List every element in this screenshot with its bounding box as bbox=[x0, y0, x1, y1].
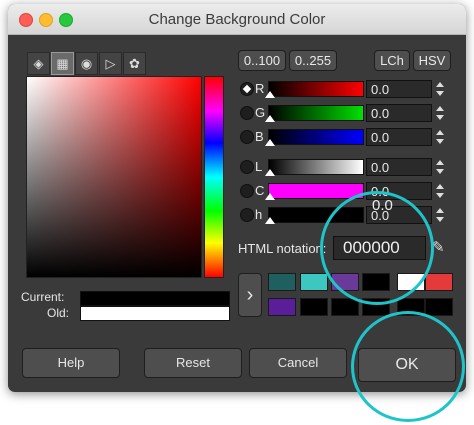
old-color-swatch bbox=[80, 306, 230, 321]
channel-slider[interactable] bbox=[265, 105, 364, 122]
zoomed-value-label: 0.0 bbox=[372, 197, 393, 214]
hue-strip[interactable] bbox=[204, 76, 224, 278]
spinner-arrows[interactable] bbox=[433, 182, 447, 200]
chevron-down-icon[interactable] bbox=[436, 217, 444, 222]
channel-value-input[interactable]: 0.0 bbox=[366, 104, 432, 122]
chevron-up-icon[interactable] bbox=[436, 82, 444, 87]
channel-label: h bbox=[255, 207, 263, 222]
history-swatch[interactable] bbox=[300, 273, 328, 291]
history-swatch[interactable] bbox=[397, 298, 425, 316]
spinner-arrows[interactable] bbox=[433, 158, 447, 176]
channel-slider[interactable] bbox=[265, 129, 364, 146]
channel-radio[interactable] bbox=[240, 184, 254, 198]
chevron-down-icon[interactable] bbox=[436, 115, 444, 120]
slider-thumb[interactable] bbox=[265, 139, 275, 146]
channel-slider[interactable] bbox=[265, 159, 364, 176]
chevron-up-icon[interactable] bbox=[436, 106, 444, 111]
history-swatch[interactable] bbox=[397, 273, 425, 291]
old-label: Old: bbox=[47, 306, 70, 320]
history-swatch[interactable] bbox=[268, 298, 296, 316]
history-swatch[interactable] bbox=[331, 298, 359, 316]
html-notation-label: HTML notation: bbox=[238, 241, 327, 256]
history-swatch[interactable] bbox=[425, 298, 453, 316]
scale-icon[interactable]: ▦ bbox=[51, 52, 74, 75]
reset-button[interactable]: Reset bbox=[144, 348, 242, 378]
channel-value-input[interactable]: 0.0 bbox=[366, 158, 432, 176]
channel-slider[interactable] bbox=[265, 81, 364, 98]
eyedropper-icon[interactable]: ✎ bbox=[432, 236, 446, 260]
channel-radio[interactable] bbox=[240, 160, 254, 174]
history-swatch[interactable] bbox=[362, 298, 390, 316]
channel-label: G bbox=[255, 105, 266, 120]
channel-slider[interactable] bbox=[265, 207, 364, 224]
slider-thumb[interactable] bbox=[265, 169, 275, 176]
chevron-down-icon[interactable] bbox=[436, 139, 444, 144]
expand-history-button[interactable]: › bbox=[238, 273, 262, 317]
history-swatch[interactable] bbox=[425, 273, 453, 291]
channel-label: B bbox=[255, 129, 264, 144]
chevron-down-icon[interactable] bbox=[436, 91, 444, 96]
lch-button[interactable]: LCh bbox=[374, 50, 410, 71]
channel-radio[interactable] bbox=[240, 130, 254, 144]
channel-label: L bbox=[255, 159, 263, 174]
history-swatch[interactable] bbox=[268, 273, 296, 291]
channel-label: R bbox=[255, 81, 265, 96]
spinner-arrows[interactable] bbox=[433, 206, 447, 224]
range-0-255-button[interactable]: 0..255 bbox=[289, 50, 337, 71]
chevron-up-icon[interactable] bbox=[436, 208, 444, 213]
help-button[interactable]: Help bbox=[22, 348, 120, 378]
watercolor-icon[interactable]: ◉ bbox=[75, 52, 98, 75]
history-swatch[interactable] bbox=[331, 273, 359, 291]
window-title: Change Background Color bbox=[148, 11, 326, 28]
current-label: Current: bbox=[21, 290, 65, 304]
saturation-value-area[interactable] bbox=[26, 76, 202, 278]
history-swatch[interactable] bbox=[362, 273, 390, 291]
range-0-100-button[interactable]: 0..100 bbox=[238, 50, 286, 71]
channel-radio[interactable] bbox=[240, 82, 254, 96]
ok-button[interactable]: OK bbox=[358, 348, 456, 382]
slider-thumb[interactable] bbox=[265, 91, 275, 98]
palette-icon[interactable]: ✿ bbox=[123, 52, 146, 75]
chevron-down-icon[interactable] bbox=[436, 169, 444, 174]
channel-label: C bbox=[255, 183, 265, 198]
channel-radio[interactable] bbox=[240, 106, 254, 120]
html-notation-input[interactable]: 000000 bbox=[333, 236, 426, 260]
channel-slider[interactable] bbox=[265, 183, 364, 200]
chevron-up-icon[interactable] bbox=[436, 130, 444, 135]
chevron-up-icon[interactable] bbox=[436, 160, 444, 165]
wheel-icon[interactable]: ▷ bbox=[99, 52, 122, 75]
spinner-arrows[interactable] bbox=[433, 104, 447, 122]
current-color-swatch bbox=[80, 291, 230, 306]
titlebar: Change Background Color bbox=[8, 4, 466, 35]
history-swatch[interactable] bbox=[300, 298, 328, 316]
slider-thumb[interactable] bbox=[265, 217, 275, 224]
slider-thumb[interactable] bbox=[265, 193, 275, 200]
hsv-button[interactable]: HSV bbox=[413, 50, 451, 71]
spinner-arrows[interactable] bbox=[433, 128, 447, 146]
chevron-up-icon[interactable] bbox=[436, 184, 444, 189]
channel-radio[interactable] bbox=[240, 208, 254, 222]
chevron-down-icon[interactable] bbox=[436, 193, 444, 198]
channel-value-input[interactable]: 0.0 bbox=[366, 128, 432, 146]
slider-thumb[interactable] bbox=[265, 115, 275, 122]
spinner-arrows[interactable] bbox=[433, 80, 447, 98]
cancel-button[interactable]: Cancel bbox=[249, 348, 347, 378]
gimp-icon[interactable]: ◈ bbox=[27, 52, 50, 75]
channel-value-input[interactable]: 0.0 bbox=[366, 80, 432, 98]
